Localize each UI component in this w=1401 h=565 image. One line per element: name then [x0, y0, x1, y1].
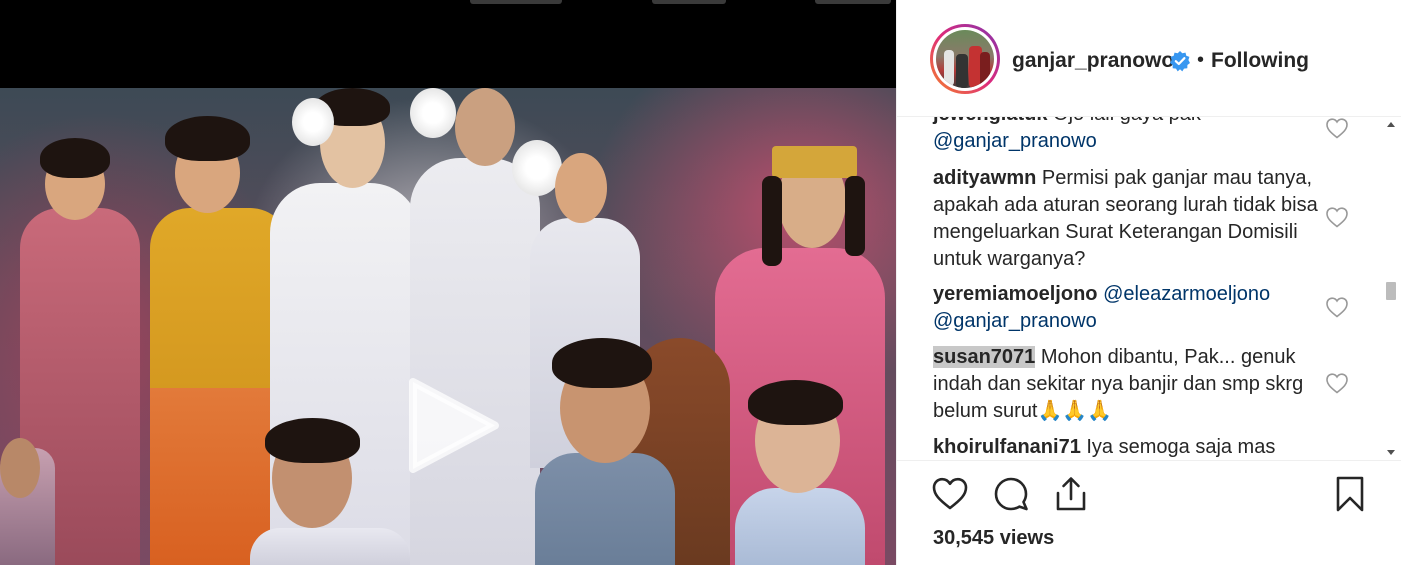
comment-username[interactable]: jewengiatuk	[933, 117, 1047, 125]
heart-icon[interactable]	[931, 475, 969, 513]
comments-scrollbar[interactable]	[1383, 117, 1399, 460]
comment-mention[interactable]: @ganjar_pranowo	[933, 310, 1097, 332]
comment-item: yeremiamoeljono @eleazarmoeljono @ganjar…	[933, 281, 1333, 335]
comment-item: khoirulfanani71 Iya semoga saja mas	[933, 434, 1333, 460]
comment-like-heart-icon[interactable]	[1325, 372, 1349, 394]
comment-icon[interactable]	[992, 475, 1030, 513]
views-count: 30,545 views	[933, 527, 1055, 549]
comment-like-heart-icon[interactable]	[1325, 206, 1349, 228]
performer-figure	[0, 88, 896, 565]
comment-item: susan7071 Mohon dibantu, Pak... genuk in…	[933, 344, 1318, 425]
post-media	[0, 0, 896, 565]
post-header: ganjar_pranowo • Following	[897, 0, 1401, 117]
username-link[interactable]: ganjar_pranowo	[1012, 49, 1174, 73]
comment-like-heart-icon[interactable]	[1325, 117, 1349, 139]
avatar[interactable]	[930, 24, 1000, 94]
comments-list: jewengiatuk Ojo lali gaya pak @ganjar_pr…	[897, 117, 1401, 460]
post-actions-bar: 30,545 views	[897, 460, 1401, 565]
comment-item: jewengiatuk Ojo lali gaya pak @ganjar_pr…	[933, 117, 1333, 155]
comment-username[interactable]: khoirulfanani71	[933, 436, 1081, 458]
comment-mention[interactable]: @eleazarmoeljono	[1098, 283, 1270, 305]
video-frame[interactable]	[0, 88, 896, 565]
scrollbar-thumb[interactable]	[1386, 282, 1396, 300]
following-button[interactable]: Following	[1211, 49, 1309, 73]
comment-text: Ojo lali gaya pak	[1047, 117, 1201, 125]
verified-badge-icon	[1170, 51, 1190, 72]
comment-username[interactable]: susan7071	[933, 346, 1036, 368]
avatar-image	[936, 30, 994, 88]
scroll-up-arrow-icon[interactable]	[1383, 117, 1399, 133]
post-side-panel: ganjar_pranowo • Following jewengiatuk O…	[896, 0, 1401, 565]
comment-username[interactable]: yeremiamoeljono	[933, 283, 1098, 305]
media-top-bar	[0, 0, 896, 88]
comment-text: Iya semoga saja mas	[1080, 436, 1276, 458]
scroll-down-arrow-icon[interactable]	[1383, 444, 1399, 460]
play-icon	[409, 378, 499, 473]
separator-dot: •	[1197, 49, 1205, 71]
bookmark-icon[interactable]	[1331, 475, 1369, 513]
comment-like-heart-icon[interactable]	[1325, 296, 1349, 318]
play-button[interactable]	[405, 378, 500, 473]
comment-mention[interactable]: @ganjar_pranowo	[933, 130, 1097, 152]
share-icon[interactable]	[1052, 475, 1090, 513]
comment-username[interactable]: adityawmn	[933, 167, 1036, 189]
comment-item: adityawmn Permisi pak ganjar mau tanya, …	[933, 165, 1333, 273]
